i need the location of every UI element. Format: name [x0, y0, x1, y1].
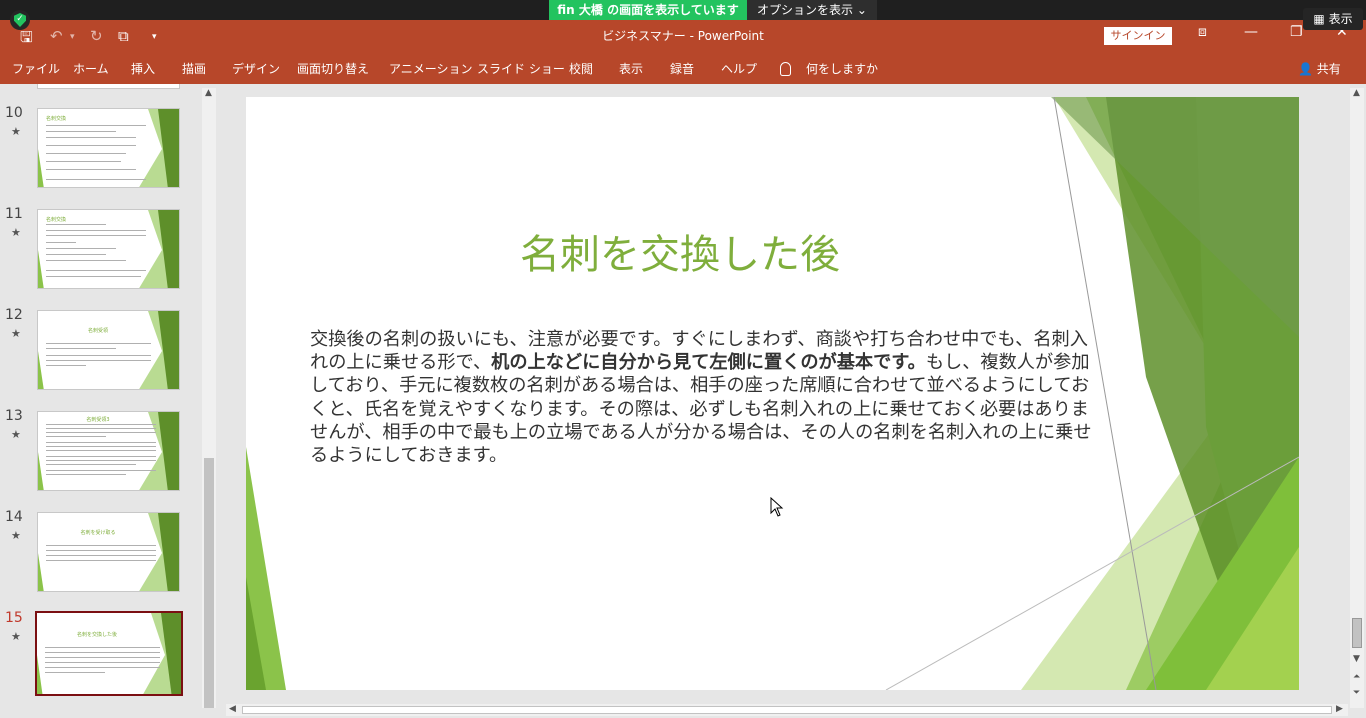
slide-number: 15	[5, 610, 23, 626]
slide-thumbnail-12[interactable]: 名刺受領	[37, 310, 180, 390]
scroll-left-icon[interactable]: ◀	[229, 704, 236, 714]
tab-insert[interactable]: 挿入	[131, 54, 155, 84]
scroll-up-icon[interactable]: ▲	[1353, 88, 1360, 98]
tab-draw[interactable]: 描画	[182, 54, 206, 84]
ribbon-tabs: ファイル ホーム 挿入 描画 デザイン 画面切り替え アニメーション スライド …	[0, 54, 1366, 84]
tell-me-search[interactable]: 何をしますか	[806, 54, 878, 84]
slide-number: 11	[5, 206, 23, 222]
sharing-status: fin 大橋 の画面を表示しています	[549, 0, 747, 20]
title-bar: 🖫 ↶ ▾ ↻ ⧉ ▾ ビジネスマナー - PowerPoint サインイン ⧈…	[0, 20, 1366, 54]
animation-star-icon: ★	[11, 529, 21, 542]
tab-animations[interactable]: アニメーション	[389, 54, 473, 84]
thumbnail-partial[interactable]	[37, 84, 180, 89]
body-text-bold: 机の上などに自分から見て左側に置くのが基本です。	[491, 352, 926, 374]
slide-number: 13	[5, 408, 23, 424]
tab-design[interactable]: デザイン	[232, 54, 280, 84]
tab-home[interactable]: ホーム	[73, 54, 109, 84]
tab-slideshow[interactable]: スライド ショー	[477, 54, 565, 84]
thumbnail-title: 名刺受領	[87, 328, 108, 334]
share-options-label: オプションを表示	[757, 3, 854, 17]
scroll-down-icon[interactable]: ▼	[1353, 654, 1360, 664]
thumbnail-scrollbar[interactable]: ▲	[202, 88, 216, 708]
slide-number: 10	[5, 105, 23, 121]
next-slide-icon[interactable]: ⏷	[1353, 688, 1360, 698]
screen-share-bar: fin 大橋 の画面を表示しています オプションを表示 ⌄	[0, 0, 1366, 20]
share-label: 共有	[1316, 62, 1341, 76]
minimize-icon[interactable]: —	[1244, 24, 1258, 40]
animation-star-icon: ★	[11, 125, 21, 138]
thumbnail-title: 名刺交換	[46, 116, 67, 122]
slide-thumbnail-10[interactable]: 名刺交換	[37, 108, 180, 188]
scroll-right-icon[interactable]: ▶	[1336, 704, 1343, 714]
lightbulb-icon	[780, 62, 791, 76]
chevron-down-icon: ⌄	[856, 3, 867, 17]
slide-title[interactable]: 名刺を交換した後	[426, 222, 934, 280]
check-icon: ✓	[14, 13, 26, 27]
slide-thumbnail-15[interactable]: 名刺を交換した後	[35, 611, 183, 696]
share-options-button[interactable]: オプションを表示 ⌄	[747, 0, 877, 20]
slide-body-text[interactable]: 交換後の名刺の扱いにも、注意が必要です。すぐにしまわず、商談や打ち合わせ中でも、…	[310, 328, 1104, 467]
thumbnail-title: 名刺交換	[46, 217, 67, 223]
restore-icon[interactable]: ❐	[1290, 24, 1303, 40]
view-label: 表示	[1328, 12, 1353, 26]
share-button[interactable]: 👤 共有	[1298, 54, 1341, 84]
animation-star-icon: ★	[11, 226, 21, 239]
slide-number: 12	[5, 307, 23, 323]
tab-help[interactable]: ヘルプ	[721, 54, 757, 84]
tab-record[interactable]: 録音	[670, 54, 694, 84]
grid-icon: ▦	[1313, 12, 1325, 26]
slide-thumbnail-13[interactable]: 名刺受領3	[37, 411, 180, 491]
tab-transitions[interactable]: 画面切り替え	[297, 54, 369, 84]
slide-thumbnail-14[interactable]: 名刺を受け取る	[37, 512, 180, 592]
animation-star-icon: ★	[11, 327, 21, 340]
tab-view[interactable]: 表示	[619, 54, 643, 84]
signin-button[interactable]: サインイン	[1104, 27, 1172, 45]
ribbon-display-options-icon[interactable]: ⧈	[1198, 24, 1207, 40]
slide-number: 14	[5, 509, 23, 525]
animation-star-icon: ★	[11, 428, 21, 441]
scroll-up-icon[interactable]: ▲	[205, 88, 212, 98]
scrollbar-thumb[interactable]	[1352, 618, 1362, 648]
thumbnail-title: 名刺を受け取る	[80, 530, 116, 536]
slide-vertical-scrollbar[interactable]: ▲ ▼ ⏶ ⏷	[1350, 88, 1364, 708]
scrollbar-thumb[interactable]	[204, 458, 214, 708]
tab-file[interactable]: ファイル	[12, 54, 60, 84]
security-shield-icon: ✓	[10, 10, 30, 30]
thumbnail-title: 名刺を交換した後	[76, 632, 117, 638]
slide-thumbnail-11[interactable]: 名刺交換	[37, 209, 180, 289]
view-button[interactable]: ▦ 表示	[1303, 8, 1363, 30]
slide-canvas[interactable]: 名刺を交換した後 交換後の名刺の扱いにも、注意が必要です。すぐにしまわず、商談や…	[246, 97, 1299, 690]
thumbnail-title: 名刺受領3	[86, 417, 110, 423]
scrollbar-thumb[interactable]	[242, 706, 1332, 714]
previous-slide-icon[interactable]: ⏶	[1353, 672, 1360, 682]
animation-star-icon: ★	[11, 630, 21, 643]
mouse-cursor-icon	[770, 497, 784, 517]
person-icon: 👤	[1298, 62, 1313, 76]
horizontal-scrollbar[interactable]: ◀ ▶	[226, 704, 1348, 716]
tab-review[interactable]: 校閲	[569, 54, 593, 84]
